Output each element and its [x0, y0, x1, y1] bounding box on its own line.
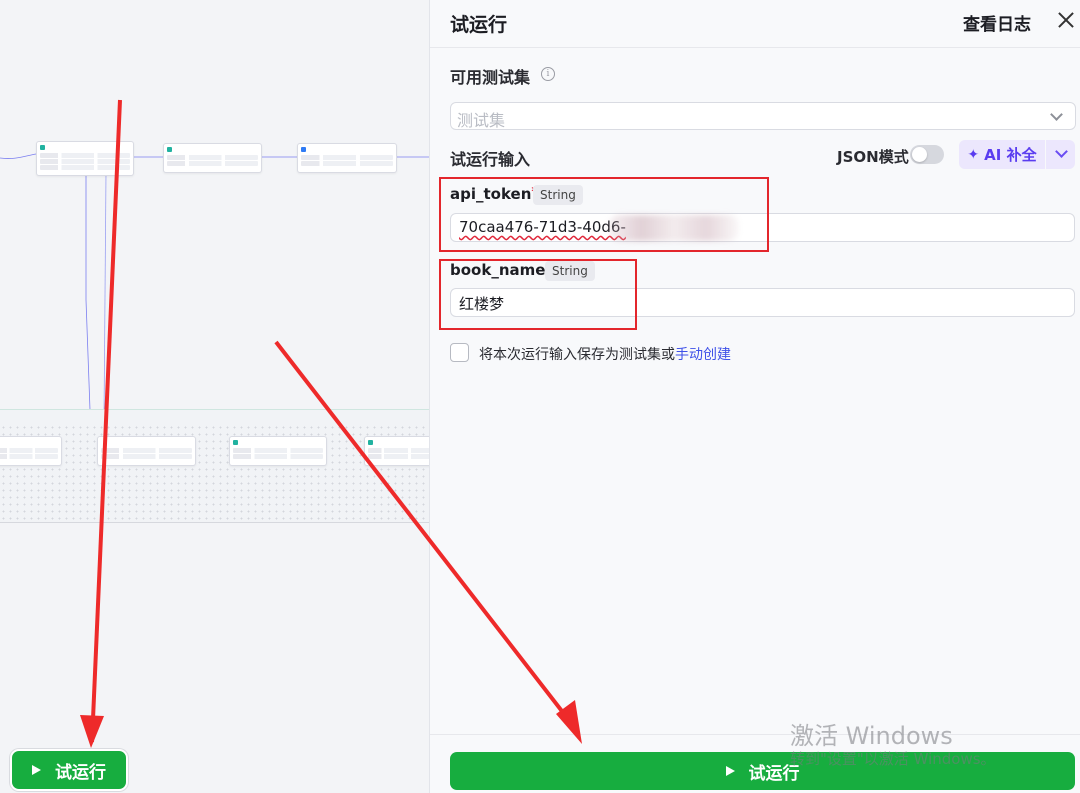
info-icon[interactable]: i [541, 67, 555, 81]
canvas-run-label: 试运行 [55, 762, 106, 783]
panel-title: 试运行 [450, 14, 508, 36]
workflow-node[interactable] [229, 436, 327, 466]
node-icon [40, 144, 45, 150]
run-input-label: 试运行输入 [450, 150, 531, 169]
workflow-node[interactable] [297, 143, 397, 173]
annotation-box [439, 259, 637, 330]
workflow-node[interactable] [97, 436, 196, 466]
node-icon [167, 146, 172, 152]
json-mode-label: JSON模式 [837, 148, 909, 166]
node-icon [368, 439, 373, 445]
test-run-panel: 试运行 查看日志 可用测试集 i 测试集 试运行输入 JSON模式 ✦ AI 补… [429, 0, 1080, 793]
node-icon [233, 439, 238, 445]
play-icon [725, 766, 735, 776]
test-set-label: 可用测试集 [450, 68, 531, 87]
workflow-node[interactable] [163, 143, 262, 173]
windows-watermark-sub: 转到"设置"以激活 Windows。 [790, 750, 996, 768]
windows-watermark: 激活 Windows [790, 722, 953, 750]
annotation-box [439, 177, 769, 252]
chevron-down-icon [1050, 108, 1063, 121]
view-log-button[interactable]: 查看日志 [963, 10, 1031, 35]
ai-fill-label: AI 补全 [984, 146, 1037, 164]
chevron-down-icon [1055, 145, 1068, 158]
sparkle-icon: ✦ [967, 146, 980, 163]
workflow-node[interactable] [36, 141, 134, 176]
save-test-set-text: 将本次运行输入保存为测试集或手动创建 [479, 347, 731, 363]
workflow-node[interactable] [364, 436, 429, 466]
canvas-edges [0, 153, 429, 496]
play-icon [32, 765, 41, 775]
close-icon[interactable] [1054, 8, 1078, 32]
canvas-run-button[interactable]: 试运行 [10, 749, 128, 791]
test-set-placeholder: 测试集 [457, 111, 506, 130]
loop-container [0, 409, 429, 523]
test-set-select[interactable]: 测试集 [450, 102, 1076, 130]
json-mode-toggle[interactable] [910, 145, 944, 164]
workflow-canvas[interactable]: 试运行 [0, 0, 429, 793]
ai-fill-dropdown[interactable] [1046, 140, 1075, 169]
workflow-node[interactable] [0, 436, 62, 466]
toggle-knob [912, 147, 927, 162]
node-icon [301, 146, 306, 152]
manual-create-link[interactable]: 手动创建 [675, 347, 731, 363]
panel-header: 试运行 查看日志 [430, 0, 1080, 48]
ai-fill-button[interactable]: ✦ AI 补全 [959, 140, 1045, 169]
save-test-set-checkbox[interactable] [450, 343, 469, 362]
